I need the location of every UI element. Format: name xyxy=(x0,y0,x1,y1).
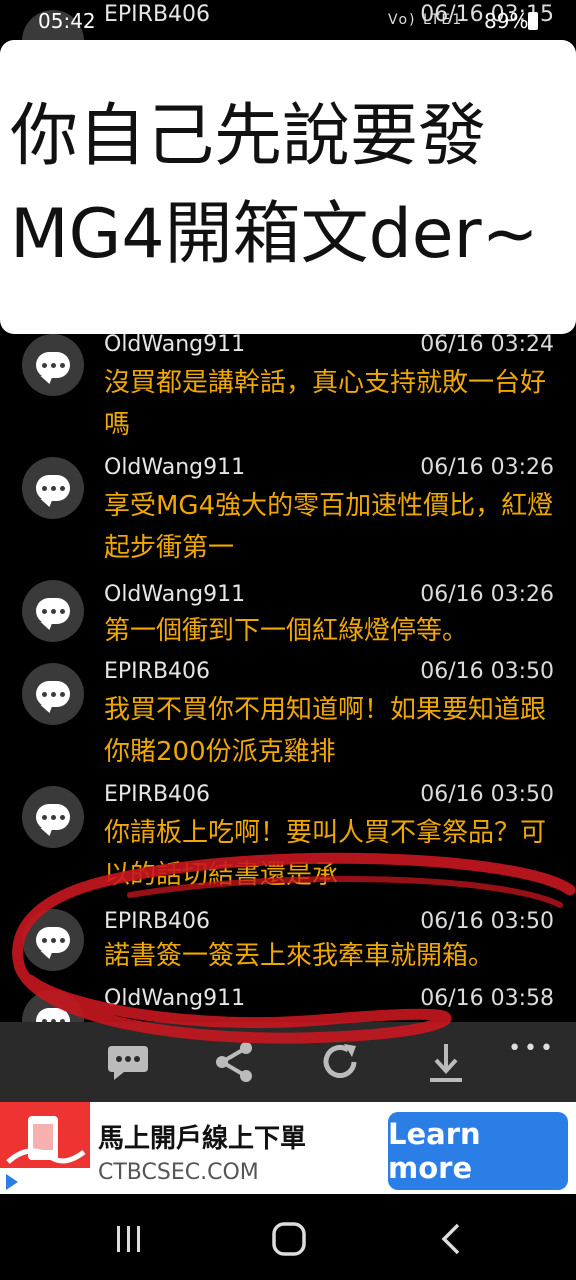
post-message: 沒買都是講幹話，真心支持就敗一台好嗎 xyxy=(104,368,547,440)
ad-banner[interactable]: 馬上開戶線上下單 CTBCSEC.COM Learn more xyxy=(0,1102,576,1194)
quoted-text-card: 你自己先說要發 MG4開箱文der~ xyxy=(0,40,576,334)
post-message: 第一個衝到下一個紅綠燈停等。 xyxy=(104,616,469,646)
post-message: 諾書簽一簽丟上來我牽車就開箱。 xyxy=(104,941,495,971)
comment-icon[interactable] xyxy=(106,1040,150,1084)
avatar xyxy=(22,663,84,725)
post-time: 06/16 03:50 xyxy=(420,909,554,934)
post-message: 享受MG4強大的零百加速性價比，紅燈起步衝第一 xyxy=(104,491,554,563)
ad-title: 馬上開戶線上下單 xyxy=(98,1124,307,1154)
refresh-icon[interactable] xyxy=(318,1040,362,1084)
learn-more-button[interactable]: Learn more xyxy=(388,1112,568,1190)
post-time: 06/16 03:50 xyxy=(420,782,554,807)
system-nav-bar xyxy=(0,1196,576,1280)
post-time: 06/16 03:24 xyxy=(420,332,554,357)
chat-bubble-icon xyxy=(36,804,70,830)
post-author: OldWang911 xyxy=(104,582,246,607)
quoted-text: 你自己先說要發 MG4開箱文der~ xyxy=(10,97,539,274)
post-message: 我買不買你不用知道啊！如果要知道跟你賭200份派克雞排 xyxy=(104,695,547,767)
ad-url: CTBCSEC.COM xyxy=(98,1160,259,1185)
chat-bubble-icon xyxy=(36,598,70,624)
battery-level: 89% xyxy=(484,9,529,33)
status-time: 05:42 xyxy=(38,9,96,33)
post-author: OldWang911 xyxy=(104,986,246,1011)
post-author: EPIRB406 xyxy=(104,659,211,684)
avatar xyxy=(22,334,84,396)
download-icon[interactable] xyxy=(424,1040,468,1084)
post-time: 06/16 03:50 xyxy=(420,659,554,684)
post-author: EPIRB406 xyxy=(104,782,211,807)
home-icon[interactable] xyxy=(264,1214,314,1264)
post-time: 06/16 03:26 xyxy=(420,582,554,607)
post-message: 你請板上吃啊！要叫人買不拿祭品？可以的話切結書還是承 xyxy=(104,818,547,890)
avatar xyxy=(22,580,84,642)
ad-logo xyxy=(0,1102,90,1194)
avatar xyxy=(22,909,84,971)
post-time: 06/16 03:58 xyxy=(420,986,554,1011)
chat-bubble-icon xyxy=(36,927,70,953)
signal-icons: Vo) LTE1 xyxy=(388,12,464,28)
chat-bubble-icon xyxy=(36,475,70,501)
post-toolbar: ••• xyxy=(0,1022,576,1102)
chat-bubble-icon xyxy=(36,352,70,378)
post-author: EPIRB406 xyxy=(104,909,211,934)
battery-icon xyxy=(528,12,538,30)
avatar xyxy=(22,457,84,519)
status-bar: 05:42 Vo) LTE1 89% xyxy=(0,0,576,38)
post-time: 06/16 03:26 xyxy=(420,455,554,480)
post-author: OldWang911 xyxy=(104,332,246,357)
share-icon[interactable] xyxy=(212,1040,256,1084)
chat-bubble-icon xyxy=(36,681,70,707)
recent-apps-icon[interactable] xyxy=(104,1214,154,1264)
avatar xyxy=(22,786,84,848)
post-author: OldWang911 xyxy=(104,455,246,480)
back-icon[interactable] xyxy=(426,1214,476,1264)
more-options-icon[interactable]: ••• xyxy=(508,1036,556,1061)
